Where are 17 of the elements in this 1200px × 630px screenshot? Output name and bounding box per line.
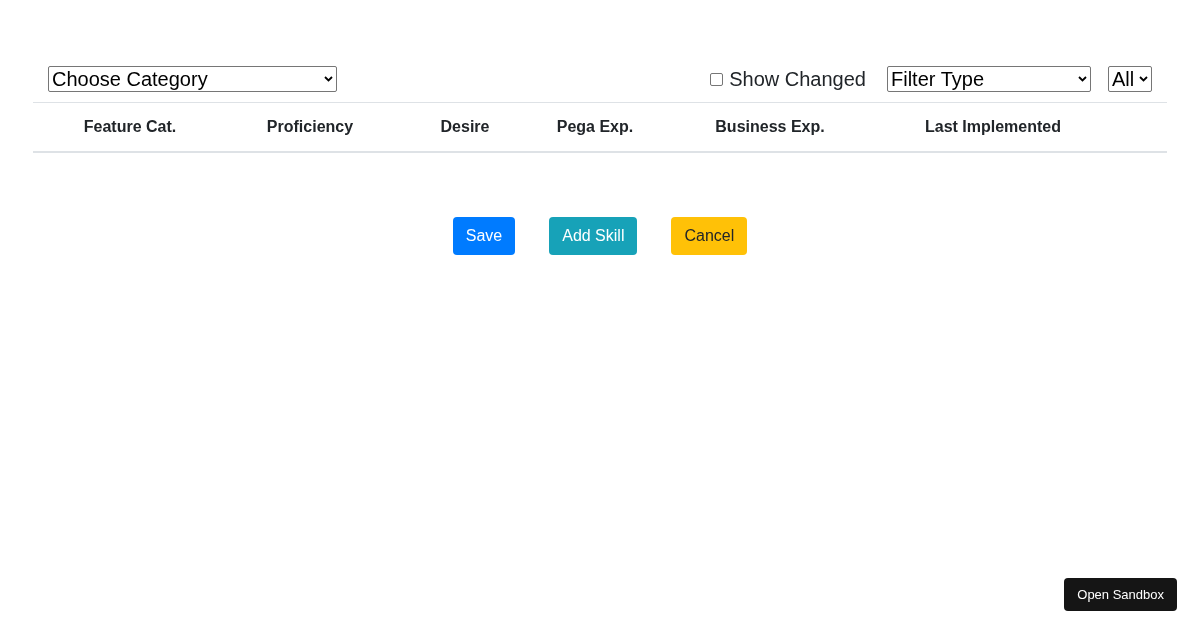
warning-button[interactable]: Cancel	[671, 217, 748, 255]
show-changed-label: Show Changed	[729, 67, 866, 92]
chevron-down-icon	[1078, 76, 1087, 82]
column-header: Last Implemented	[925, 117, 1061, 137]
primary-button[interactable]: Save	[452, 217, 516, 255]
column-header: Desire	[440, 117, 490, 137]
scope-select[interactable]: All	[1108, 66, 1152, 92]
show-changed-checkbox[interactable]	[710, 72, 724, 86]
chevron-down-icon	[1139, 76, 1148, 82]
column-header: Proficiency	[266, 117, 354, 137]
open-sandbox-button[interactable]: Open Sandbox	[1064, 578, 1177, 611]
category-select[interactable]: Choose Category	[48, 66, 337, 92]
column-header: Feature Cat.	[83, 117, 177, 137]
column-header: Pega Exp.	[556, 117, 634, 137]
chevron-down-icon	[324, 76, 333, 82]
column-header: Business Exp.	[715, 117, 825, 137]
filter-type-select[interactable]: Filter Type	[887, 66, 1091, 92]
